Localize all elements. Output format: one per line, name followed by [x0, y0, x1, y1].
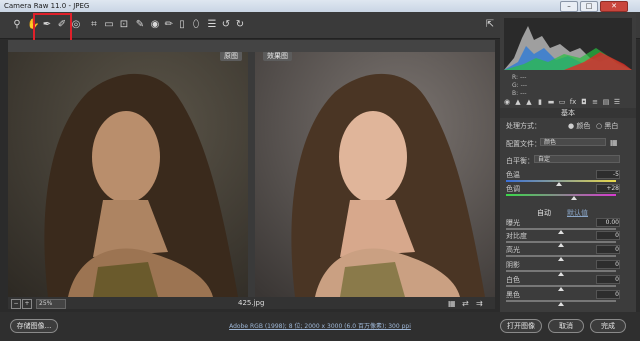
rotate-left-icon[interactable]: ↺ — [220, 19, 232, 31]
detail-tab-icon[interactable]: ▲ — [525, 98, 533, 106]
slider-track[interactable] — [506, 194, 616, 196]
slider-label: 曝光 — [506, 219, 520, 227]
split-toning-tab-icon[interactable]: ▬ — [547, 98, 555, 106]
slider-value-field[interactable]: 0 — [596, 260, 620, 269]
treatment-color-radio[interactable]: ● 颜色 — [568, 121, 590, 131]
copy-settings-icon[interactable]: ⇉ — [476, 299, 483, 308]
before-label: 原图 — [220, 52, 242, 61]
spot-removal-tool-icon[interactable]: ✎ — [134, 19, 146, 31]
slider-thumb[interactable] — [558, 287, 564, 291]
slider-value-field[interactable]: 0 — [596, 290, 620, 299]
slider-thumb[interactable] — [571, 196, 578, 200]
basic-tab-icon[interactable]: ◉ — [503, 98, 511, 106]
slider-value-field[interactable]: 0.00 — [596, 218, 620, 227]
done-button[interactable]: 完成 — [590, 319, 626, 333]
profile-browser-icon[interactable]: ▦ — [610, 138, 618, 147]
graduated-filter-icon[interactable]: ▯ — [176, 19, 188, 31]
open-image-button[interactable]: 打开图像 — [500, 319, 542, 333]
menu-icon[interactable]: ☰ — [613, 98, 621, 106]
wb-label: 白平衡： — [506, 157, 534, 165]
slider-value-field[interactable]: -5 — [596, 170, 620, 179]
after-image: 效果图 — [255, 52, 495, 297]
lens-tab-icon[interactable]: ▭ — [558, 98, 566, 106]
wb-select[interactable]: 自定 — [534, 155, 620, 163]
auto-button[interactable]: 自动 — [537, 208, 551, 218]
treatment-label: 处理方式： — [506, 122, 541, 130]
swap-icon[interactable]: ⇄ — [462, 299, 469, 308]
hsl-tab-icon[interactable]: ▮ — [536, 98, 544, 106]
close-button[interactable]: ✕ — [600, 1, 628, 12]
calibration-tab-icon[interactable]: ◘ — [580, 98, 588, 106]
title-bar: Camera Raw 11.0 - JPEG – □ ✕ — [0, 0, 640, 12]
window-title: Camera Raw 11.0 - JPEG — [4, 2, 90, 10]
slider-value-field[interactable]: 0 — [596, 231, 620, 240]
adjustment-brush-icon[interactable]: ✏ — [163, 19, 175, 31]
zoom-level-select[interactable]: 25% — [36, 299, 66, 309]
zoom-out-button[interactable]: − — [11, 299, 21, 309]
straighten-tool-icon[interactable]: ▭ — [103, 19, 115, 31]
slider-thumb[interactable] — [558, 243, 564, 247]
presets-tab-icon[interactable]: ≡ — [591, 98, 599, 106]
slider-label: 色调 — [506, 185, 520, 193]
zoom-in-button[interactable]: + — [22, 299, 32, 309]
preview-statusbar: − + 25% 425.jpg ▦ ⇄ ⇉ — [8, 297, 495, 309]
rotate-right-icon[interactable]: ↻ — [234, 19, 246, 31]
slider-label: 色温 — [506, 171, 520, 179]
red-eye-tool-icon[interactable]: ◉ — [149, 19, 161, 31]
after-label: 效果图 — [263, 52, 292, 61]
radial-filter-icon[interactable]: ⬯ — [190, 19, 202, 31]
rgb-b-label: B: --- — [512, 90, 527, 97]
zoom-tool-icon[interactable]: ⚲ — [11, 19, 23, 31]
slider-label: 黑色 — [506, 291, 520, 299]
slider-label: 对比度 — [506, 232, 527, 240]
slider-label: 高光 — [506, 246, 520, 254]
profile-select[interactable]: 颜色 — [540, 138, 606, 146]
slider-thumb[interactable] — [558, 302, 564, 306]
crop-tool-icon[interactable]: ⌗ — [88, 19, 100, 31]
slider-thumb[interactable] — [558, 272, 564, 276]
slider-value-field[interactable]: 0 — [596, 245, 620, 254]
slider-value-field[interactable]: +28 — [596, 184, 620, 193]
default-button[interactable]: 默认值 — [567, 208, 588, 218]
slider-label: 白色 — [506, 276, 520, 284]
preferences-icon[interactable]: ☰ — [206, 19, 218, 31]
basic-section-title: 基本 — [500, 108, 636, 118]
slider-thumb[interactable] — [555, 182, 562, 186]
maximize-button[interactable]: □ — [580, 1, 598, 12]
snapshots-tab-icon[interactable]: ▤ — [602, 98, 610, 106]
slider-thumb[interactable] — [558, 230, 564, 234]
save-image-button[interactable]: 存储图像... — [10, 319, 58, 333]
panel-tabs: ◉ ▲ ▲ ▮ ▬ ▭ fx ◘ ≡ ▤ ☰ — [500, 98, 636, 108]
minimize-button[interactable]: – — [560, 1, 578, 12]
compare-mode-icon[interactable]: ▦ — [448, 299, 456, 308]
tone-curve-tab-icon[interactable]: ▲ — [514, 98, 522, 106]
preview-area: 原图 效果图 — [8, 40, 495, 297]
workflow-options-link[interactable]: Adobe RGB (1998); 8 位; 2000 x 3000 (6.0 … — [220, 321, 420, 330]
before-image: 原图 — [8, 52, 248, 297]
rgb-r-label: R: --- — [512, 74, 527, 81]
slider-thumb[interactable] — [558, 257, 564, 261]
compare-divider[interactable] — [248, 52, 255, 297]
histogram — [504, 18, 632, 70]
fullscreen-icon[interactable]: ⇱ — [484, 19, 496, 31]
cancel-button[interactable]: 取消 — [548, 319, 584, 333]
filename-label: 425.jpg — [238, 299, 265, 307]
fx-tab-icon[interactable]: fx — [569, 98, 577, 106]
rgb-g-label: G: --- — [512, 82, 528, 89]
slider-label: 阴影 — [506, 261, 520, 269]
transform-tool-icon[interactable]: ⊡ — [118, 19, 130, 31]
profile-label: 配置文件： — [506, 140, 541, 148]
treatment-bw-radio[interactable]: ○ 黑白 — [596, 121, 618, 131]
tool-highlight-box — [33, 13, 72, 42]
slider-value-field[interactable]: 0 — [596, 275, 620, 284]
